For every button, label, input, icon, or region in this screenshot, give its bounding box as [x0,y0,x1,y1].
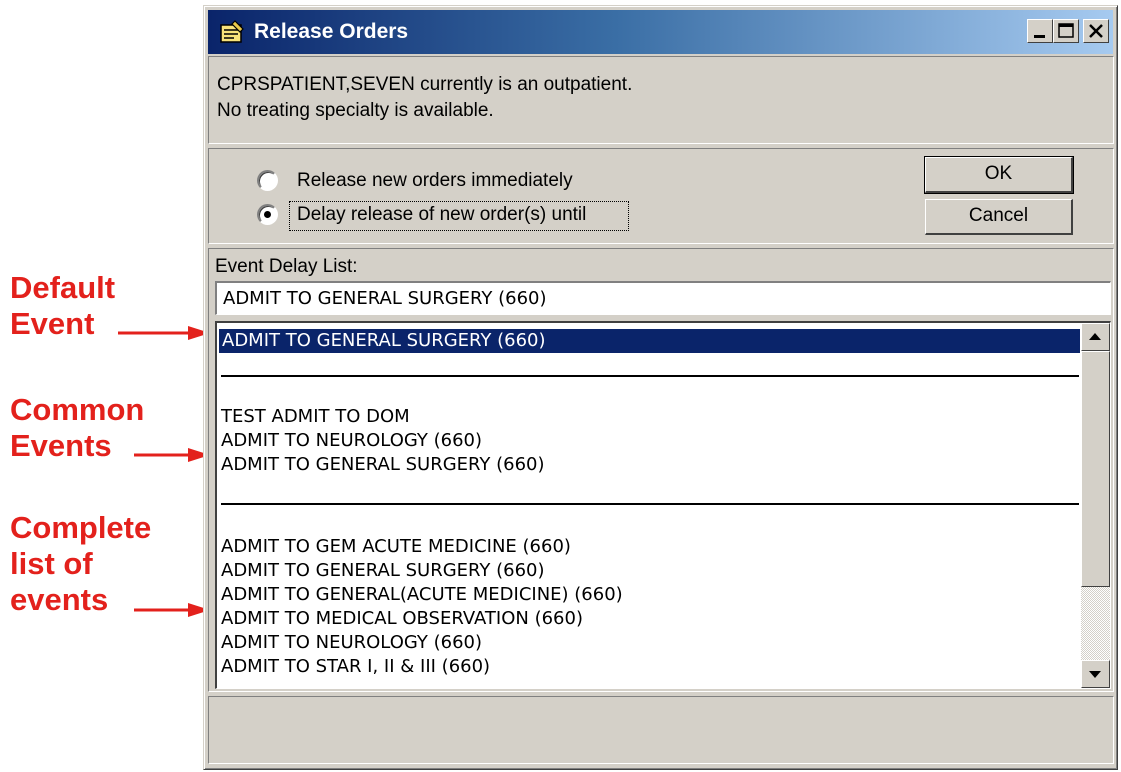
list-item-event[interactable]: ADMIT TO GENERAL(ACUTE MEDICINE) (660) [221,583,623,607]
annotation-line: Complete [10,510,152,545]
arrow-icon [134,448,210,462]
list-separator [221,503,1079,505]
list-item-common-event[interactable]: ADMIT TO GENERAL SURGERY (660) [221,453,545,477]
list-separator [221,375,1079,377]
arrow-icon [118,326,210,340]
list-item-event[interactable]: ADMIT TO MEDICAL OBSERVATION (660) [221,607,583,631]
maximize-icon [1058,23,1074,38]
list-item-event[interactable]: ADMIT TO STAR I, II & III (660) [221,655,490,679]
notepad-icon [220,20,244,43]
cancel-button[interactable]: Cancel [925,199,1073,235]
event-delay-input-value: ADMIT TO GENERAL SURGERY (660) [223,288,547,309]
annotation-line: Default [10,270,116,305]
scrollbar-thumb[interactable] [1081,351,1110,587]
scroll-up-button[interactable] [1081,323,1110,351]
annotation-default-event: Default Event [10,270,115,342]
radio-selected-dot [264,211,271,218]
title-bar[interactable]: Release Orders [208,10,1113,54]
release-immediately-radio[interactable] [257,170,278,191]
patient-info-panel: CPRSPATIENT,SEVEN currently is an outpat… [208,56,1114,144]
list-item-event[interactable]: ADMIT TO GEM ACUTE MEDICINE (660) [221,535,571,559]
close-button[interactable] [1083,19,1109,43]
minimize-icon [1034,35,1045,38]
event-delay-list-label: Event Delay List: [215,256,358,277]
delay-release-label: Delay release of new order(s) until [297,204,587,225]
release-options-panel: Release new orders immediately Delay rel… [208,148,1114,244]
ok-button[interactable]: OK [924,156,1074,194]
treating-specialty-text: No treating specialty is available. [217,100,494,121]
annotation-line: list of [10,546,93,581]
list-item-event[interactable]: ADMIT TO GENERAL SURGERY (660) [221,559,545,583]
list-item-default-event[interactable]: ADMIT TO GENERAL SURGERY (660) [219,329,1080,353]
close-icon [1089,24,1103,38]
event-delay-panel: Event Delay List: ADMIT TO GENERAL SURGE… [208,248,1114,692]
patient-status-text: CPRSPATIENT,SEVEN currently is an outpat… [217,74,633,95]
status-area [208,696,1114,764]
scroll-down-button[interactable] [1081,660,1110,688]
delay-release-radio[interactable] [257,204,278,225]
annotation-line: Event [10,306,95,341]
annotation-line: Common [10,392,145,427]
arrow-icon [134,603,210,617]
arrow-up-icon [1089,333,1101,340]
annotation-complete-list: Complete list of events [10,510,151,618]
list-item-event[interactable]: ADMIT TO NEUROLOGY (660) [221,631,482,655]
release-orders-dialog: Release Orders CPRSPATIENT,SEVEN current… [203,5,1118,770]
scrollbar-track[interactable] [1081,587,1110,660]
list-item-common-event[interactable]: TEST ADMIT TO DOM [221,405,410,429]
list-item-common-event[interactable]: ADMIT TO NEUROLOGY (660) [221,429,482,453]
minimize-button[interactable] [1027,19,1053,43]
vertical-scrollbar[interactable] [1081,323,1110,688]
maximize-button[interactable] [1053,19,1079,43]
annotation-line: events [10,582,109,617]
event-delay-input[interactable]: ADMIT TO GENERAL SURGERY (660) [215,281,1111,315]
event-delay-listbox[interactable]: ADMIT TO GENERAL SURGERY (660) TEST ADMI… [215,321,1111,689]
arrow-down-icon [1089,671,1101,678]
annotation-common-events: Common Events [10,392,144,464]
window-title: Release Orders [254,20,409,43]
release-immediately-label: Release new orders immediately [297,170,573,191]
annotation-line: Events [10,428,112,463]
